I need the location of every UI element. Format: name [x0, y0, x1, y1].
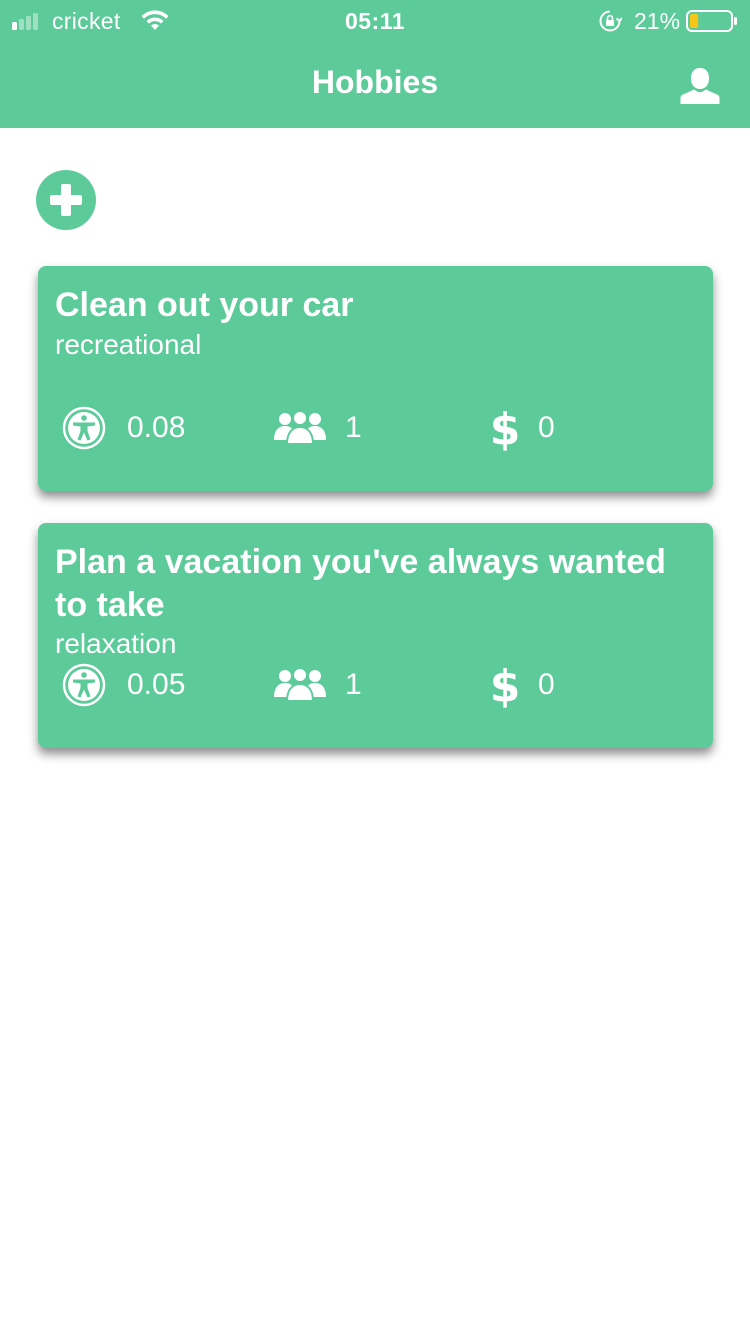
participants-value: 1 [345, 411, 362, 444]
participants-value: 1 [345, 668, 362, 701]
rotation-lock-icon [599, 10, 622, 32]
accessibility-icon [62, 406, 106, 450]
svg-text:$: $ [490, 661, 520, 709]
price-value: 0 [538, 668, 555, 701]
activity-category: recreational [55, 329, 202, 360]
activity-title: Clean out your car [55, 286, 354, 324]
battery-percentage: 21% [634, 8, 681, 34]
page-title: Hobbies [311, 64, 439, 100]
activity-card[interactable]: Plan a vacation you've always wanted to … [38, 523, 713, 748]
accessibility-value: 0.08 [127, 411, 186, 444]
participants-icon [274, 410, 326, 444]
user-icon[interactable] [680, 66, 720, 106]
activity-title: Plan a vacation you've always wanted to … [55, 543, 666, 624]
participants-icon [274, 667, 326, 701]
activity-category: relaxation [55, 628, 177, 659]
price-value: 0 [538, 411, 555, 444]
svg-text:$: $ [490, 404, 520, 452]
status-bar: cricket 05:11 21% [0, 0, 750, 42]
accessibility-value: 0.05 [127, 668, 186, 701]
activity-card[interactable]: Clean out your car recreational 0.08 1 $… [38, 266, 713, 491]
dollar-icon: $ [490, 404, 520, 452]
activity-stats: 0.08 1 $ 0 [38, 404, 713, 452]
activity-stats: 0.05 1 $ 0 [38, 661, 713, 709]
accessibility-icon [62, 663, 106, 707]
battery-icon [686, 10, 737, 32]
add-activity-button[interactable] [36, 170, 96, 230]
battery-level-fill [690, 14, 699, 28]
plus-icon [50, 184, 82, 216]
dollar-icon: $ [490, 661, 520, 709]
